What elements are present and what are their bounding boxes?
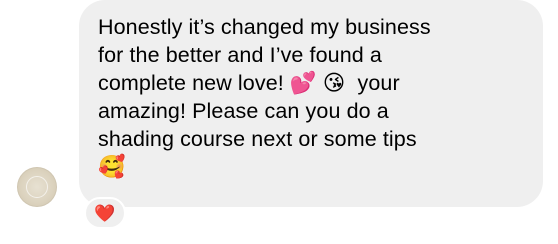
sender-avatar[interactable]	[17, 167, 57, 207]
message-line-5: shading course next or some tips	[98, 127, 417, 151]
message-line-3: complete new love! 💕 😘 your	[98, 71, 400, 95]
message-bubble[interactable]: Honestly it’s changed my business for th…	[79, 0, 543, 207]
smiling-face-with-hearts-icon: 🥰	[98, 154, 126, 179]
received-message-row: Honestly it’s changed my business for th…	[0, 0, 558, 244]
message-line-2: for the better and I’ve found a	[98, 43, 382, 67]
message-line-1: Honestly it’s changed my business	[98, 15, 431, 39]
reaction-badge[interactable]: ❤️	[84, 197, 126, 229]
avatar-ring-icon	[26, 176, 48, 198]
message-text: Honestly it’s changed my business for th…	[98, 13, 527, 181]
message-line-4: amazing! Please can you do a	[98, 99, 389, 123]
red-heart-icon: ❤️	[94, 203, 116, 223]
